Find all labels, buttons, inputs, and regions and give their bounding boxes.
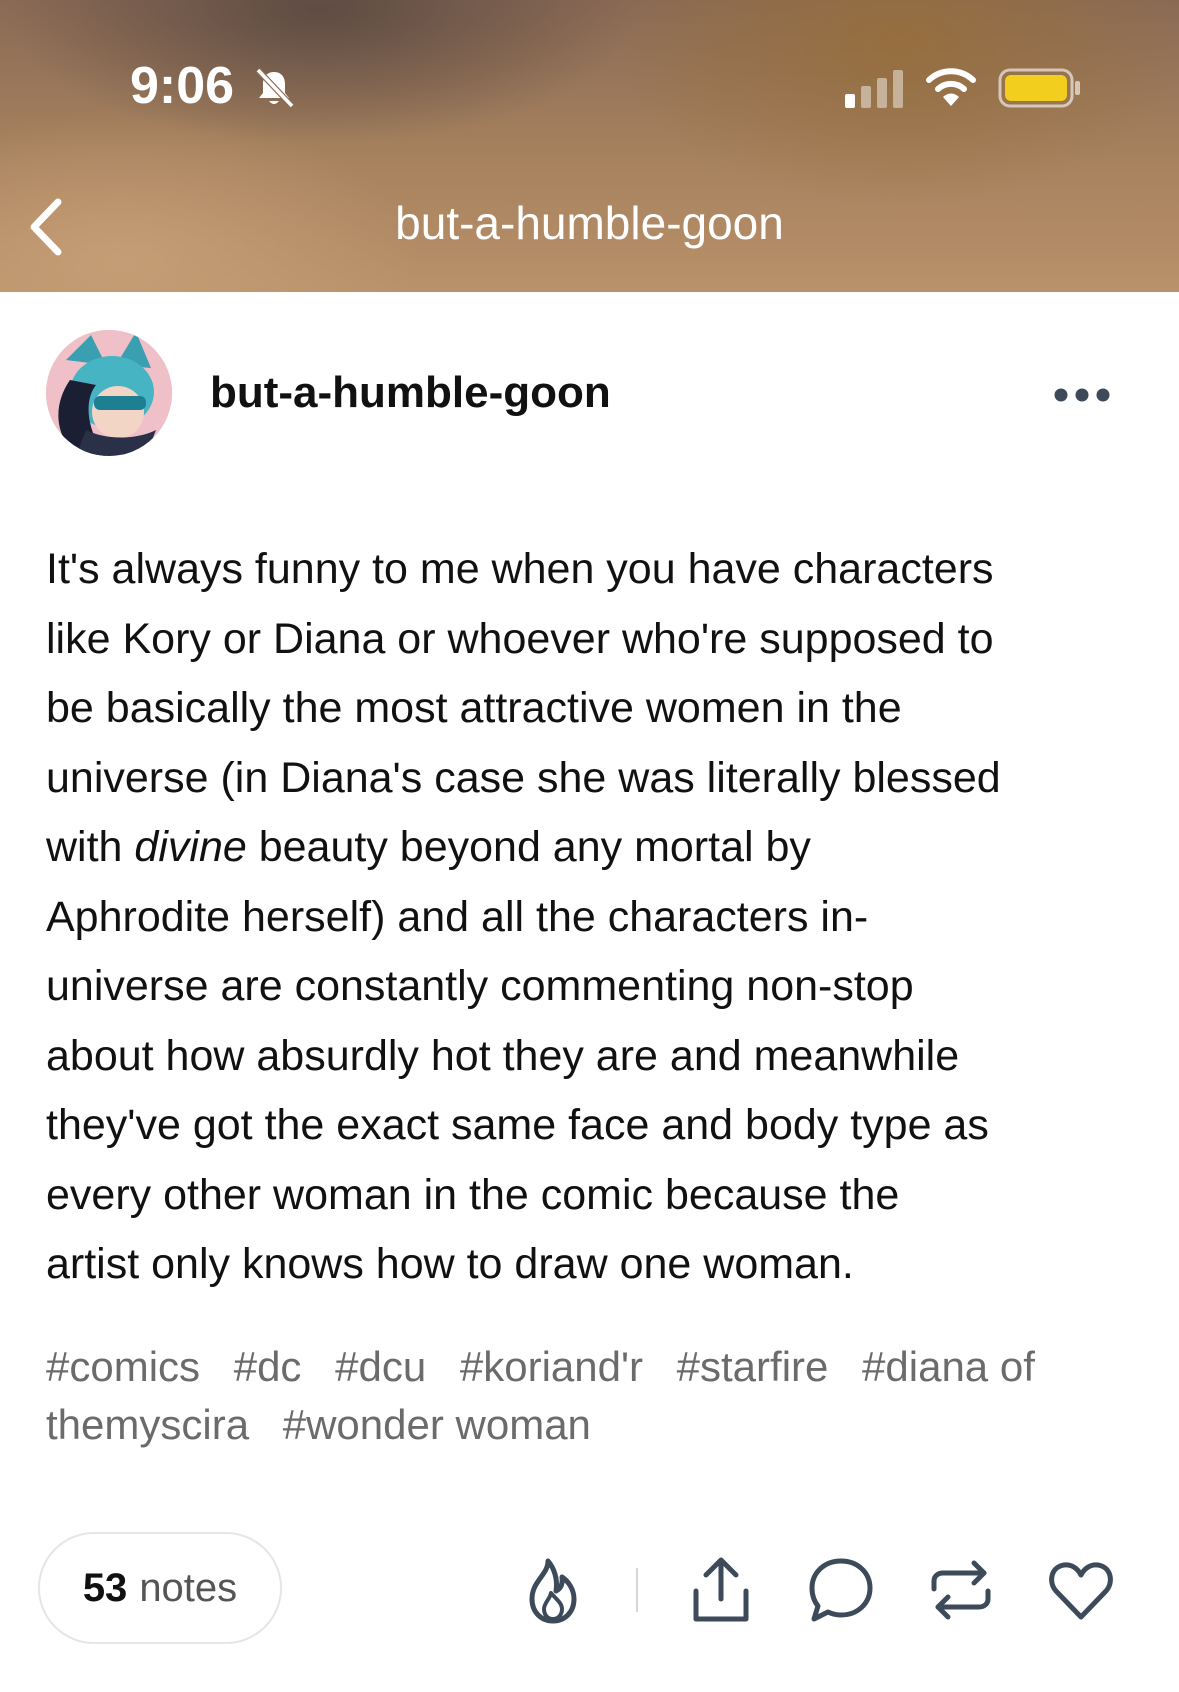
signal-icon xyxy=(845,70,903,108)
flame-icon[interactable] xyxy=(518,1555,588,1625)
post-body-text-continued: beauty beyond any mortal by Aphrodite he… xyxy=(46,823,989,1288)
tag-list: #comics #dc #dcu #koriand'r #starfire #d… xyxy=(46,1338,1146,1454)
post-body-emphasis: divine xyxy=(134,823,247,871)
heart-icon[interactable] xyxy=(1046,1555,1116,1625)
bell-slash-icon xyxy=(255,67,295,109)
nav-title: but-a-humble-goon xyxy=(395,197,784,249)
share-icon[interactable] xyxy=(686,1555,756,1625)
header-bar: 9:06 but-a-humble-goon xyxy=(0,0,1179,292)
tag[interactable]: #dc xyxy=(234,1343,302,1390)
notes-label: notes xyxy=(139,1565,238,1610)
notes-count: 53 xyxy=(82,1565,128,1610)
tag[interactable]: #dcu xyxy=(335,1343,426,1390)
tag[interactable]: #koriand'r xyxy=(460,1343,643,1390)
status-time: 9:06 xyxy=(130,57,235,115)
battery-icon xyxy=(998,68,1080,108)
comment-icon[interactable] xyxy=(806,1555,876,1625)
reblog-icon[interactable] xyxy=(926,1555,996,1625)
wifi-icon xyxy=(926,68,976,106)
avatar[interactable] xyxy=(46,330,172,456)
more-dots-icon[interactable] xyxy=(1052,384,1112,406)
tag[interactable]: #comics xyxy=(46,1343,200,1390)
action-divider xyxy=(636,1568,638,1612)
blog-name[interactable]: but-a-humble-goon xyxy=(210,368,611,418)
tag[interactable]: #starfire xyxy=(677,1343,829,1390)
notes-button[interactable]: 53 notes xyxy=(38,1532,282,1644)
avatar-image xyxy=(46,330,172,456)
post-body: It's always funny to me when you have ch… xyxy=(46,535,1146,1300)
tag[interactable]: #wonder woman xyxy=(283,1401,591,1448)
